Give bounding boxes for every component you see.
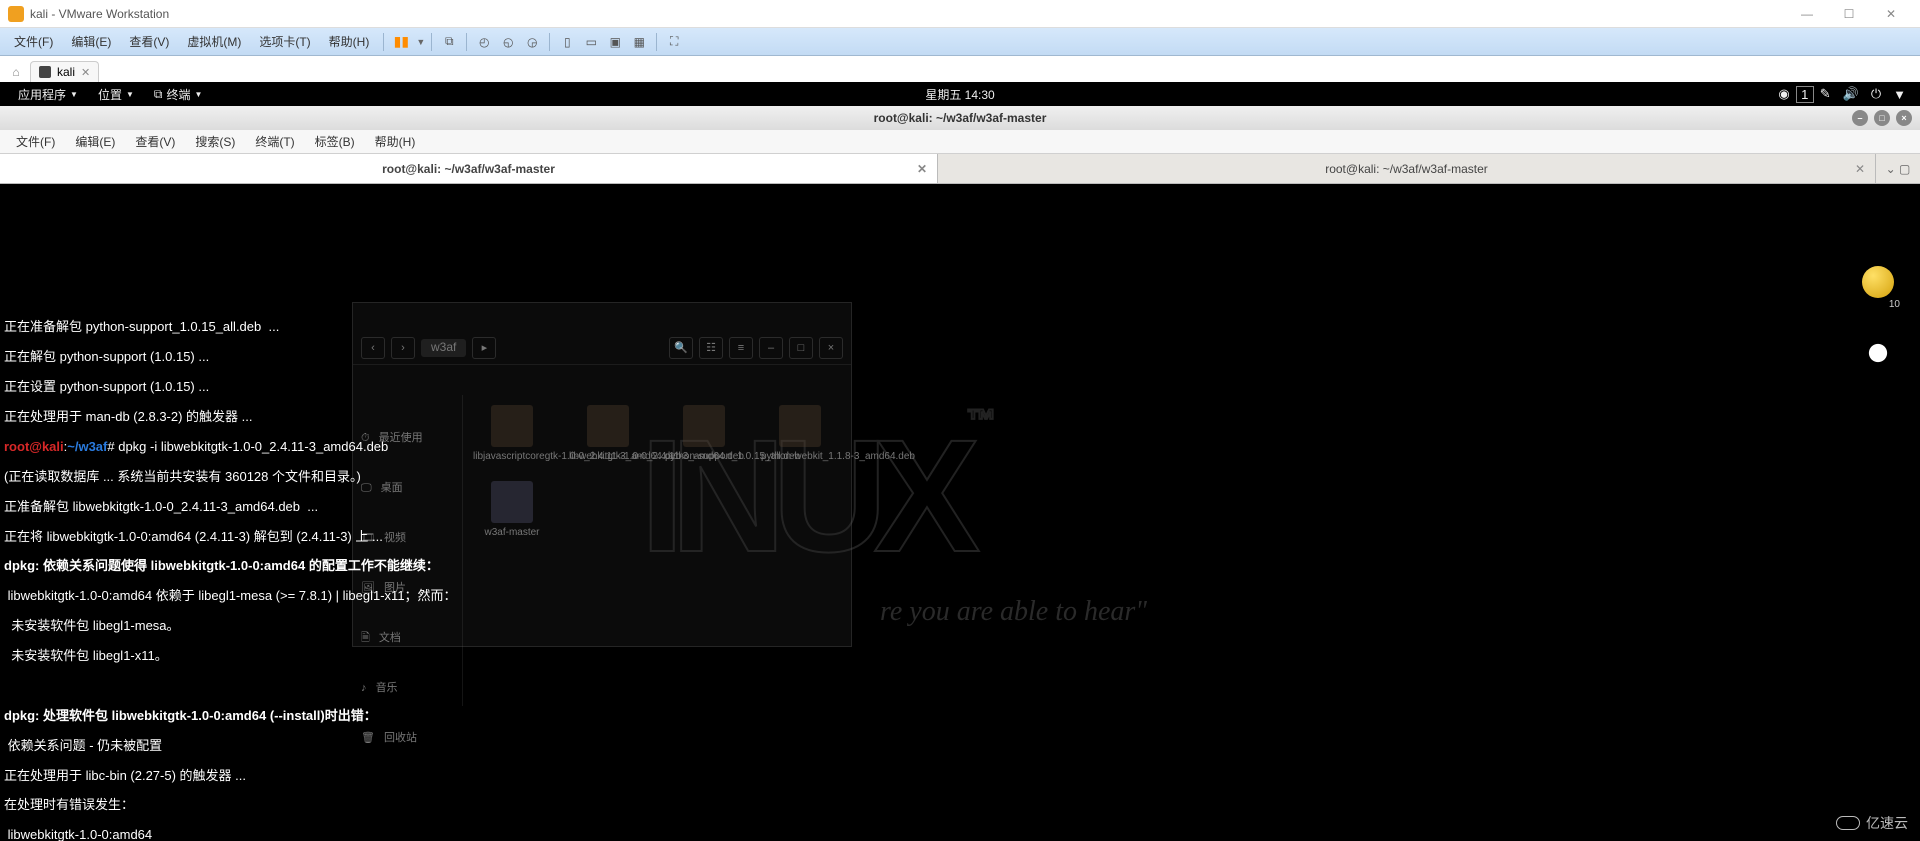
tab-overflow[interactable]: ⌄ ▢ — [1876, 154, 1920, 183]
terminal-launcher[interactable]: ⧉终端▼ — [144, 86, 213, 103]
menu-edit[interactable]: 编辑(E) — [63, 30, 119, 53]
menu-tabs[interactable]: 选项卡(T) — [251, 30, 318, 53]
view-single-button[interactable]: ▯ — [556, 31, 578, 53]
maximize-button[interactable]: ☐ — [1828, 0, 1870, 27]
pause-vm-button[interactable]: ▮▮ — [390, 31, 412, 53]
window-title: kali - VMware Workstation — [30, 7, 1786, 21]
vmware-icon — [8, 6, 24, 22]
power-dropdown[interactable]: ▼ — [416, 37, 425, 47]
applications-menu[interactable]: 应用程序▼ — [8, 86, 88, 103]
menu-help[interactable]: 帮助(H) — [321, 30, 378, 53]
terminal-tab-1[interactable]: root@kali: ~/w3af/w3af-master ✕ — [0, 154, 938, 183]
term-menu-terminal[interactable]: 终端(T) — [245, 133, 304, 150]
app-title: root@kali: ~/w3af/w3af-master — [874, 111, 1047, 125]
close-tab-button[interactable]: ✕ — [1855, 162, 1865, 176]
vm-tab-label: kali — [57, 65, 75, 79]
prompt-user: root@kali — [4, 439, 64, 454]
term-menu-help[interactable]: 帮助(H) — [365, 133, 426, 150]
accessibility-icon[interactable]: ✎ — [1814, 86, 1837, 102]
vmware-titlebar: kali - VMware Workstation — ☐ ✕ — [0, 0, 1920, 28]
close-tab-button[interactable]: ✕ — [917, 162, 927, 176]
power-icon[interactable]: ⏻ — [1865, 86, 1887, 102]
close-button[interactable]: ✕ — [1870, 0, 1912, 27]
clock[interactable]: 星期五 14:30 — [925, 86, 994, 103]
separator — [656, 33, 657, 51]
menu-vm[interactable]: 虚拟机(M) — [179, 30, 249, 53]
workspace-indicator[interactable]: 1 — [1796, 86, 1814, 103]
separator — [549, 33, 550, 51]
app-minimize-button[interactable]: – — [1852, 110, 1868, 126]
gnome-top-bar: 应用程序▼ 位置▼ ⧉终端▼ 星期五 14:30 ◉ 1 ✎ 🔊 ⏻ ▼ — [0, 82, 1920, 106]
vm-tab-icon — [39, 66, 51, 78]
view-fullscreen-button[interactable]: ▣ — [604, 31, 626, 53]
app-close-button[interactable]: × — [1896, 110, 1912, 126]
view-unity-button[interactable]: ▦ — [628, 31, 650, 53]
app-menubar: 文件(F) 编辑(E) 查看(V) 搜索(S) 终端(T) 标签(B) 帮助(H… — [0, 130, 1920, 154]
vm-tab-kali[interactable]: kali ✕ — [30, 61, 99, 82]
close-tab-button[interactable]: ✕ — [81, 66, 90, 79]
prompt-path: ~/w3af — [67, 439, 107, 454]
snapshot-manager-button[interactable]: ◶ — [521, 31, 543, 53]
separator — [431, 33, 432, 51]
vmware-tab-bar: ⌂ kali ✕ — [0, 56, 1920, 82]
volume-icon[interactable]: 🔊 — [1837, 86, 1865, 102]
terminal-tab-bar: root@kali: ~/w3af/w3af-master ✕ root@kal… — [0, 154, 1920, 184]
separator — [383, 33, 384, 51]
term-menu-view[interactable]: 查看(V) — [125, 133, 185, 150]
snapshot-revert-button[interactable]: ◵ — [497, 31, 519, 53]
app-maximize-button[interactable]: □ — [1874, 110, 1890, 126]
terminal-output[interactable]: INUX™ re you are able to hear" ‹ › w3af … — [0, 184, 1920, 841]
term-menu-tabs[interactable]: 标签(B) — [305, 133, 365, 150]
guest-display: 应用程序▼ 位置▼ ⧉终端▼ 星期五 14:30 ◉ 1 ✎ 🔊 ⏻ ▼ roo… — [0, 82, 1920, 841]
terminal-tab-label: root@kali: ~/w3af/w3af-master — [382, 162, 555, 176]
terminal-tab-2[interactable]: root@kali: ~/w3af/w3af-master ✕ — [938, 154, 1876, 183]
home-tab-button[interactable]: ⌂ — [6, 62, 26, 82]
system-menu-dropdown[interactable]: ▼ — [1887, 87, 1912, 102]
app-titlebar: root@kali: ~/w3af/w3af-master – □ × — [0, 106, 1920, 130]
snapshot-button[interactable]: ◴ — [473, 31, 495, 53]
terminal-tab-label: root@kali: ~/w3af/w3af-master — [1325, 162, 1488, 176]
term-menu-file[interactable]: 文件(F) — [6, 133, 65, 150]
term-menu-edit[interactable]: 编辑(E) — [65, 133, 125, 150]
minimize-button[interactable]: — — [1786, 0, 1828, 27]
places-menu[interactable]: 位置▼ — [88, 86, 144, 103]
term-menu-search[interactable]: 搜索(S) — [185, 133, 245, 150]
separator — [466, 33, 467, 51]
send-cad-button[interactable]: ⧉ — [438, 31, 460, 53]
recorder-icon[interactable]: ◉ — [1772, 86, 1795, 102]
menu-view[interactable]: 查看(V) — [121, 30, 177, 53]
vmware-menubar: 文件(F) 编辑(E) 查看(V) 虚拟机(M) 选项卡(T) 帮助(H) ▮▮… — [0, 28, 1920, 56]
view-multi-button[interactable]: ▭ — [580, 31, 602, 53]
enter-fullscreen-button[interactable]: ⛶ — [663, 31, 685, 53]
desktop-coin-icon[interactable] — [1862, 266, 1894, 298]
command-text: dpkg -i libwebkitgtk-1.0-0_2.4.11-3_amd6… — [118, 439, 388, 454]
menu-file[interactable]: 文件(F) — [6, 30, 61, 53]
